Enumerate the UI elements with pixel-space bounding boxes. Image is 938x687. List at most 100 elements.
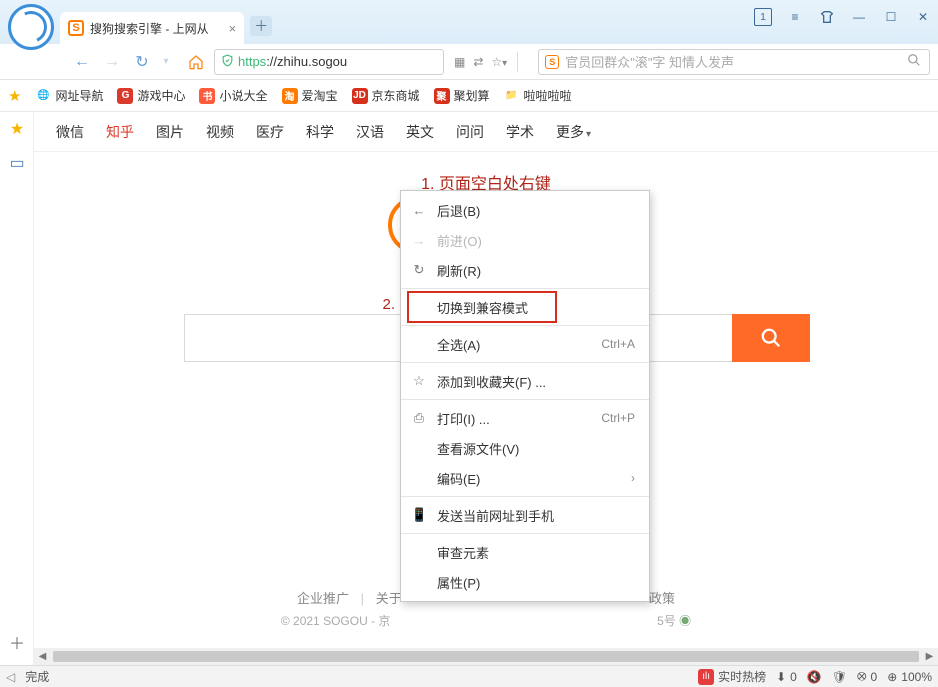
menu-separator: [401, 362, 649, 363]
submenu-arrow-icon: ›: [631, 471, 635, 485]
rail-add-button[interactable]: ＋: [0, 625, 34, 659]
reload-button[interactable]: ↻: [130, 50, 154, 74]
menu-shortcut: Ctrl+P: [601, 411, 635, 425]
annotation-two: 2.: [382, 296, 395, 313]
reload-dropdown-icon[interactable]: ▾: [154, 50, 178, 74]
nav-item[interactable]: 图片: [156, 122, 184, 142]
menu-item-icon: ⎙: [411, 410, 427, 426]
back-button[interactable]: ←: [70, 50, 94, 74]
bookmark-label: 网址导航: [55, 87, 103, 104]
menu-item-icon: 📱: [411, 507, 427, 523]
status-bar: ◁ 完成 ılı实时热榜 ⬇0 🔇 🛡 ⭙0 ⊕100%: [0, 665, 938, 687]
close-icon[interactable]: ✕: [914, 8, 932, 26]
rail-read-icon[interactable]: ▭: [0, 146, 34, 180]
nav-item[interactable]: 问问: [456, 122, 484, 142]
footer-about-link[interactable]: 关于: [376, 591, 402, 606]
download-indicator[interactable]: ⬇0: [776, 670, 797, 684]
menu-item[interactable]: 📱发送当前网址到手机: [401, 500, 649, 530]
menu-item-label: 属性(P): [437, 573, 480, 592]
block-icon[interactable]: 🛡: [832, 670, 847, 684]
titlebar: S 搜狗搜索引擎 - 上网从 × ＋ 1 ≡ — ☐ ✕: [0, 0, 938, 44]
menu-item-label: 编码(E): [437, 469, 480, 488]
forward-button[interactable]: →: [100, 50, 124, 74]
skin-icon[interactable]: [818, 8, 836, 26]
bookmark-item[interactable]: JD京东商城: [352, 87, 420, 104]
menu-item[interactable]: 查看源文件(V): [401, 433, 649, 463]
menu-icon[interactable]: ≡: [786, 8, 804, 26]
bookmark-item[interactable]: 📁啦啦啦啦: [504, 87, 572, 104]
qr-icon[interactable]: ▦: [454, 55, 465, 69]
bookmarks-bar: ★ 🌐网址导航 G游戏中心书小说大全淘爱淘宝 JD京东商城聚聚划算 📁啦啦啦啦: [0, 80, 938, 112]
maximize-icon[interactable]: ☐: [882, 8, 900, 26]
hot-rank[interactable]: ılı实时热榜: [698, 668, 766, 685]
scroll-right-icon[interactable]: ▶: [921, 651, 938, 662]
menu-item[interactable]: ↻刷新(R): [401, 255, 649, 285]
zoom-indicator[interactable]: ⊕100%: [887, 670, 932, 684]
menu-item-label: 打印(I) ...: [437, 409, 490, 428]
side-rail: ★ ▭ ＋: [0, 112, 34, 665]
footer-copyright: © 2021 SOGOU - 京 5号 ◉: [34, 612, 938, 629]
bookmark-item[interactable]: 书小说大全: [199, 87, 267, 104]
menu-item[interactable]: ⎙ 打印(I) ... Ctrl+P: [401, 403, 649, 433]
bookmark-item[interactable]: G游戏中心: [117, 87, 185, 104]
menu-item[interactable]: 编码(E) ›: [401, 463, 649, 493]
status-text: 完成: [25, 668, 49, 685]
window-count-icon[interactable]: 1: [754, 8, 772, 26]
nav-item[interactable]: 学术: [506, 122, 534, 142]
favorites-star-icon[interactable]: ★: [8, 87, 21, 105]
bookmark-icon: G: [117, 88, 133, 104]
nav-item[interactable]: 医疗: [256, 122, 284, 142]
menu-item-label: 前进(O): [437, 231, 482, 250]
browser-logo[interactable]: [0, 0, 60, 60]
menu-separator: [401, 288, 649, 289]
nav-item[interactable]: 微信: [56, 122, 84, 142]
search-field[interactable]: S 官员回群众"滚"字 知情人发声: [538, 49, 930, 75]
shield-icon: [221, 54, 234, 70]
collapse-icon[interactable]: ◁: [6, 670, 15, 684]
minimize-icon[interactable]: —: [850, 8, 868, 26]
scroll-left-icon[interactable]: ◀: [34, 651, 51, 662]
menu-item[interactable]: 属性(P): [401, 567, 649, 597]
download-icon: ⬇: [776, 670, 786, 684]
mute-icon[interactable]: 🔇: [807, 670, 822, 684]
menu-item-icon: ☆: [411, 373, 427, 389]
horizontal-scrollbar[interactable]: ◀ ▶: [34, 648, 938, 665]
translate-icon[interactable]: ⇄: [473, 55, 483, 69]
nav-item[interactable]: 英文: [406, 122, 434, 142]
menu-item[interactable]: 全选(A)Ctrl+A: [401, 329, 649, 359]
nav-item[interactable]: 科学: [306, 122, 334, 142]
nav-item[interactable]: 更多: [556, 122, 591, 142]
menu-item-label: 全选(A): [437, 335, 480, 354]
home-button[interactable]: [184, 50, 208, 74]
scroll-thumb[interactable]: [53, 651, 919, 662]
nav-item[interactable]: 汉语: [356, 122, 384, 142]
menu-item[interactable]: ☆添加到收藏夹(F) ...: [401, 366, 649, 396]
new-tab-button[interactable]: ＋: [250, 16, 272, 36]
star-dropdown-icon[interactable]: ☆▾: [491, 55, 507, 69]
bookmark-icon: 书: [199, 88, 215, 104]
menu-item[interactable]: ←后退(B): [401, 195, 649, 225]
url-field[interactable]: https://zhihu.sogou: [214, 49, 444, 75]
menu-item-label: 后退(B): [437, 201, 480, 220]
tab-close-icon[interactable]: ×: [229, 21, 237, 36]
bookmark-item[interactable]: 🌐网址导航: [35, 87, 103, 104]
footer-promo-link[interactable]: 企业推广: [297, 591, 349, 606]
menu-item-label: 审查元素: [437, 543, 489, 562]
speed-indicator[interactable]: ⭙0: [857, 669, 877, 684]
footer-policy-link[interactable]: 政策: [649, 591, 675, 606]
menu-item[interactable]: 切换到兼容模式2.: [401, 292, 649, 322]
menu-item[interactable]: 审查元素: [401, 537, 649, 567]
nav-item[interactable]: 知乎: [106, 122, 134, 142]
nav-item[interactable]: 视频: [206, 122, 234, 142]
menu-item-label: 切换到兼容模式: [437, 298, 528, 317]
bookmark-icon: 聚: [434, 88, 450, 104]
search-icon[interactable]: [907, 53, 921, 70]
url-text: https://zhihu.sogou: [238, 54, 347, 69]
bookmark-label: 京东商城: [372, 87, 420, 104]
rail-star-icon[interactable]: ★: [0, 112, 34, 146]
bookmark-item[interactable]: 聚聚划算: [434, 87, 490, 104]
main-search-button[interactable]: [732, 314, 810, 362]
browser-tab[interactable]: S 搜狗搜索引擎 - 上网从 ×: [60, 12, 244, 44]
bookmark-label: 啦啦啦啦: [524, 87, 572, 104]
bookmark-item[interactable]: 淘爱淘宝: [282, 87, 338, 104]
